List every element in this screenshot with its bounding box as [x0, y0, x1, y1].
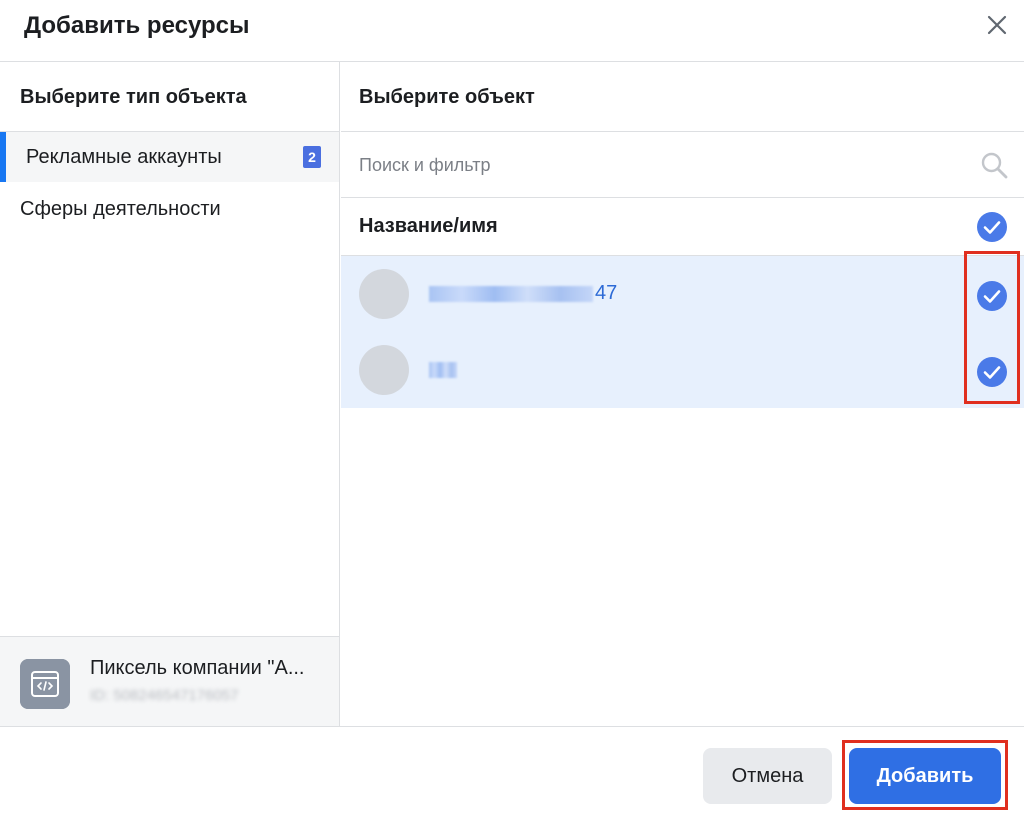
object-type-heading-bar: Выберите тип объекта [0, 62, 339, 132]
selected-pixel-card[interactable]: Пиксель компании "А... ID: 5082465471760… [0, 636, 339, 726]
list-item[interactable] [341, 332, 1024, 408]
pixel-name: Пиксель компании "А... [90, 657, 305, 679]
redacted-text [429, 285, 593, 302]
object-select-heading-bar: Выберите объект [341, 62, 1024, 132]
object-type-panel: Выберите тип объекта Рекламные аккаунты … [0, 62, 340, 726]
dialog-header: Добавить ресурсы [0, 0, 1024, 62]
account-name-suffix: 47 [595, 282, 618, 304]
avatar [359, 269, 409, 319]
column-header: Название/имя [341, 198, 1024, 256]
redacted-text [429, 361, 457, 378]
object-select-panel: Выберите объект Название/имя 47 [341, 62, 1024, 726]
row-checkbox[interactable] [976, 280, 1008, 312]
count-badge: 2 [303, 146, 321, 168]
pixel-id: ID: 508246547176057 [90, 687, 239, 704]
type-item-ad-accounts[interactable]: Рекламные аккаунты 2 [0, 132, 339, 182]
select-all-checkbox[interactable] [976, 211, 1008, 243]
active-indicator [0, 132, 6, 182]
object-select-heading: Выберите объект [359, 86, 535, 108]
selected-rows: 47 [341, 256, 1024, 408]
close-icon[interactable] [984, 12, 1010, 38]
search-icon[interactable] [979, 150, 1009, 180]
type-item-label: Сферы деятельности [20, 198, 221, 220]
column-header-label: Название/имя [359, 215, 498, 237]
search-bar [341, 132, 1024, 198]
search-input[interactable] [359, 150, 959, 180]
dialog-footer: Отмена Добавить [0, 726, 1024, 820]
add-button[interactable]: Добавить [849, 748, 1001, 804]
add-resources-dialog: Добавить ресурсы Выберите тип объекта Ре… [0, 0, 1024, 820]
account-name [429, 358, 459, 381]
avatar [359, 345, 409, 395]
code-window-icon [20, 659, 70, 709]
object-type-heading: Выберите тип объекта [20, 86, 247, 108]
dialog-title: Добавить ресурсы [24, 12, 250, 39]
list-item[interactable]: 47 [341, 256, 1024, 332]
type-item-business-areas[interactable]: Сферы деятельности [0, 184, 339, 234]
type-item-label: Рекламные аккаунты [26, 146, 222, 168]
row-checkbox[interactable] [976, 356, 1008, 388]
cancel-button[interactable]: Отмена [703, 748, 832, 804]
account-name: 47 [429, 282, 617, 305]
